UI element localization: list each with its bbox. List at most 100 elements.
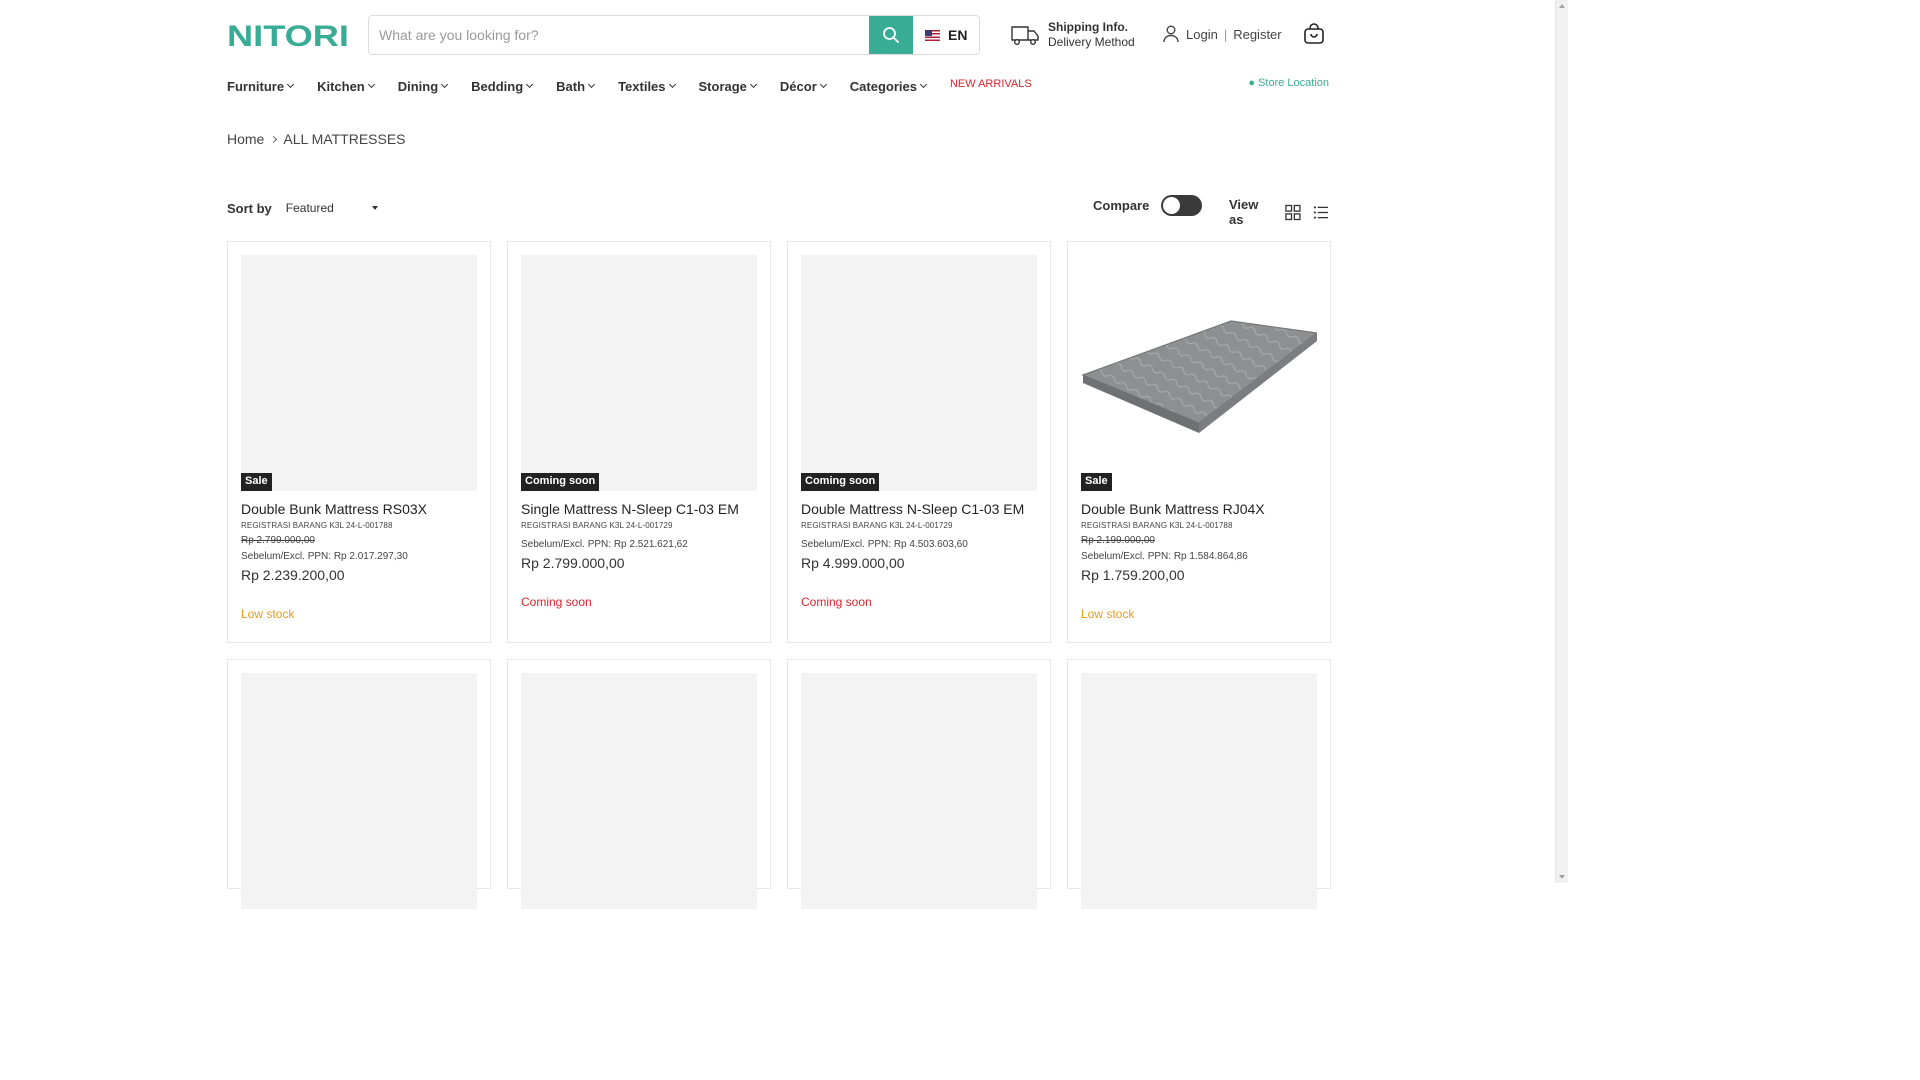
coming-soon-badge: Coming soon [801,473,880,491]
nav-decor[interactable]: Décor [780,79,827,94]
sale-badge: Sale [241,473,272,491]
account-links: Login | Register [1163,25,1282,43]
product-compare-price: Rp 2.799.000,00 [241,535,315,546]
cart-button[interactable] [1303,23,1325,50]
shipping-info[interactable]: Shipping Info. Delivery Method [1010,20,1135,50]
store-location-link[interactable]: ● Store Location [1248,77,1329,89]
product-card[interactable]: Sale Double Bunk Mattress RS03X REGISTRA… [227,241,491,643]
product-image-placeholder[interactable] [801,673,1037,909]
sort-select[interactable]: Featured [286,201,378,215]
nav-bath[interactable]: Bath [556,79,596,94]
compare-toggle[interactable] [1161,195,1203,216]
main-navigation: Furniture Kitchen Dining Bedding Bath Te… [227,76,1329,96]
product-card[interactable]: Sale Double Bunk Mattress RJ04X REGISTRA… [1067,241,1331,643]
chevron-down-icon [749,80,757,89]
product-title[interactable]: Single Mattress N-Sleep C1-03 EM [521,501,757,517]
language-code: EN [948,27,968,43]
product-registration: REGISTRASI BARANG K3L 24-L-001729 [801,521,953,530]
product-image-placeholder[interactable] [521,673,757,909]
chevron-down-icon [441,80,449,89]
account-separator: | [1223,26,1228,42]
nav-dining[interactable]: Dining [398,79,449,94]
compare-label: Compare [1093,198,1150,213]
stock-status: Coming soon [801,595,872,609]
search-input[interactable] [369,16,869,54]
breadcrumb-home[interactable]: Home [227,131,264,147]
product-registration: REGISTRASI BARANG K3L 24-L-001729 [521,521,673,530]
product-registration: REGISTRASI BARANG K3L 24-L-001788 [1081,521,1233,530]
product-image-placeholder[interactable]: Sale [241,255,477,491]
page-scrollbar[interactable] [1555,0,1568,883]
chevron-down-icon [919,80,928,89]
product-card[interactable]: Coming soon Double Mattress N-Sleep C1-0… [787,241,1051,643]
product-compare-price: Rp 2.199.000,00 [1081,535,1155,546]
chevron-down-icon [526,80,534,89]
product-image[interactable]: Sale [1081,255,1319,491]
product-registration: REGISTRASI BARANG K3L 24-L-001788 [241,521,393,530]
stock-status: Coming soon [521,595,592,609]
product-image-placeholder[interactable]: Coming soon [801,255,1037,491]
register-link[interactable]: Register [1233,27,1281,42]
site-header: NITORI EN Shipping Info. Delivery Method [227,14,1329,56]
view-as-label: View as [1229,197,1259,227]
product-title[interactable]: Double Bunk Mattress RJ04X [1081,501,1317,517]
chevron-down-icon [668,80,676,89]
product-card[interactable] [787,659,1051,909]
coming-soon-badge: Coming soon [521,473,600,491]
scroll-up-icon[interactable] [1559,4,1565,8]
delivery-truck-icon [1011,26,1039,45]
nav-storage[interactable]: Storage [699,79,757,94]
shopping-bag-icon [1304,23,1324,44]
nitori-logo[interactable]: NITORI [227,21,349,49]
scroll-down-icon[interactable] [1559,875,1565,879]
stock-status: Low stock [241,607,295,621]
sort-value: Featured [285,201,334,215]
breadcrumb-current: ALL MATTRESSES [283,131,406,147]
nav-furniture[interactable]: Furniture [227,79,295,94]
product-image-placeholder[interactable]: Coming soon [521,255,757,491]
product-price: Rp 1.759.200,00 [1081,567,1185,583]
product-title[interactable]: Double Mattress N-Sleep C1-03 EM [801,501,1037,517]
product-card[interactable] [507,659,771,909]
product-price: Rp 2.239.200,00 [241,567,345,583]
search-bar: EN [368,15,980,55]
grid-view-icon[interactable] [1285,204,1301,221]
language-selector[interactable]: EN [913,16,967,54]
login-link[interactable]: Login [1186,27,1218,42]
user-icon [1163,25,1179,43]
sort-label: Sort by [227,200,272,216]
list-view-icon[interactable] [1313,204,1329,221]
product-card[interactable] [227,659,491,909]
product-price-excl-tax: Sebelum/Excl. PPN: Rp 1.584.864,86 [1081,551,1248,562]
product-price-excl-tax: Sebelum/Excl. PPN: Rp 2.017.297,30 [241,551,408,562]
nav-kitchen[interactable]: Kitchen [317,79,375,94]
shipping-subtitle: Delivery Method [1048,35,1135,49]
us-flag-icon [925,29,940,41]
nav-categories[interactable]: Categories [850,79,928,94]
nav-textiles[interactable]: Textiles [618,79,676,94]
product-price-excl-tax: Sebelum/Excl. PPN: Rp 2.521.621,62 [521,539,688,550]
shipping-title: Shipping Info. [1048,20,1128,34]
product-price: Rp 4.999.000,00 [801,555,905,571]
svg-text:NITORI: NITORI [227,21,349,49]
mattress-image [1081,320,1319,433]
chevron-down-icon [287,80,295,89]
nav-bedding[interactable]: Bedding [471,79,534,94]
nav-new-arrivals[interactable]: NEW ARRIVALS [950,78,1032,90]
chevron-down-icon [819,80,827,89]
stock-status: Low stock [1081,607,1135,621]
collection-toolbar: Sort by Featured Compare View as [227,195,1329,227]
product-price: Rp 2.799.000,00 [521,555,625,571]
product-card[interactable]: Coming soon Single Mattress N-Sleep C1-0… [507,241,771,643]
shipping-text: Shipping Info. Delivery Method [1048,20,1135,50]
product-image-placeholder[interactable] [241,673,477,909]
product-image-placeholder[interactable] [1081,673,1317,909]
product-card[interactable] [1067,659,1331,909]
sale-badge: Sale [1081,473,1112,491]
product-title[interactable]: Double Bunk Mattress RS03X [241,501,477,517]
product-grid: Sale Double Bunk Mattress RS03X REGISTRA… [227,241,1331,909]
view-as-control: View as [1229,197,1329,227]
search-icon [883,27,899,43]
search-button[interactable] [869,16,913,54]
product-price-excl-tax: Sebelum/Excl. PPN: Rp 4.503.603,60 [801,539,968,550]
